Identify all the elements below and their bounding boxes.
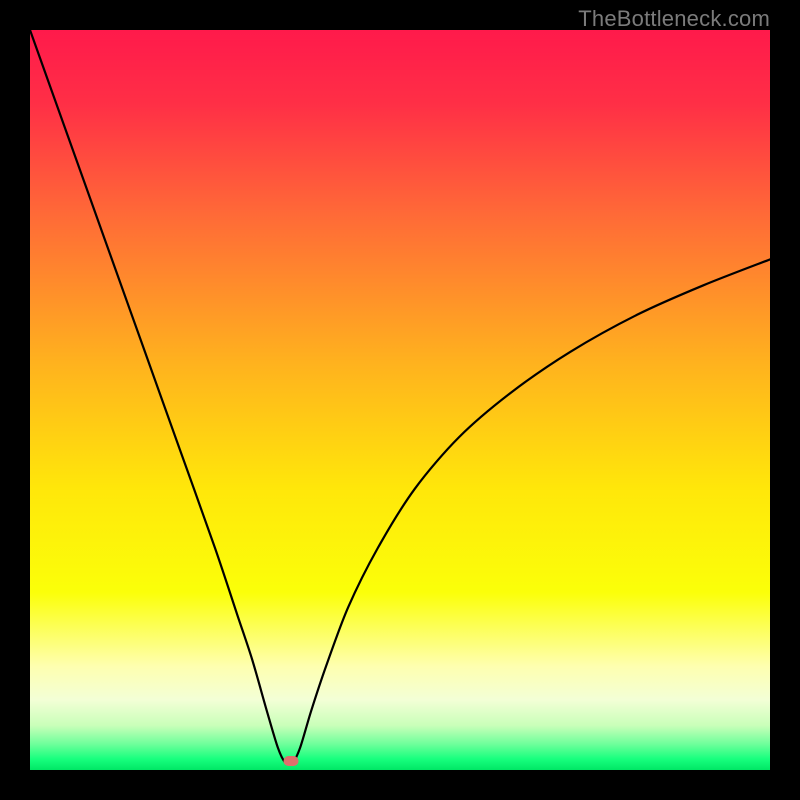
bottleneck-curve [30,30,770,770]
chart-frame: TheBottleneck.com [0,0,800,800]
min-point-marker [284,756,299,766]
plot-area [30,30,770,770]
watermark-text: TheBottleneck.com [578,6,770,32]
